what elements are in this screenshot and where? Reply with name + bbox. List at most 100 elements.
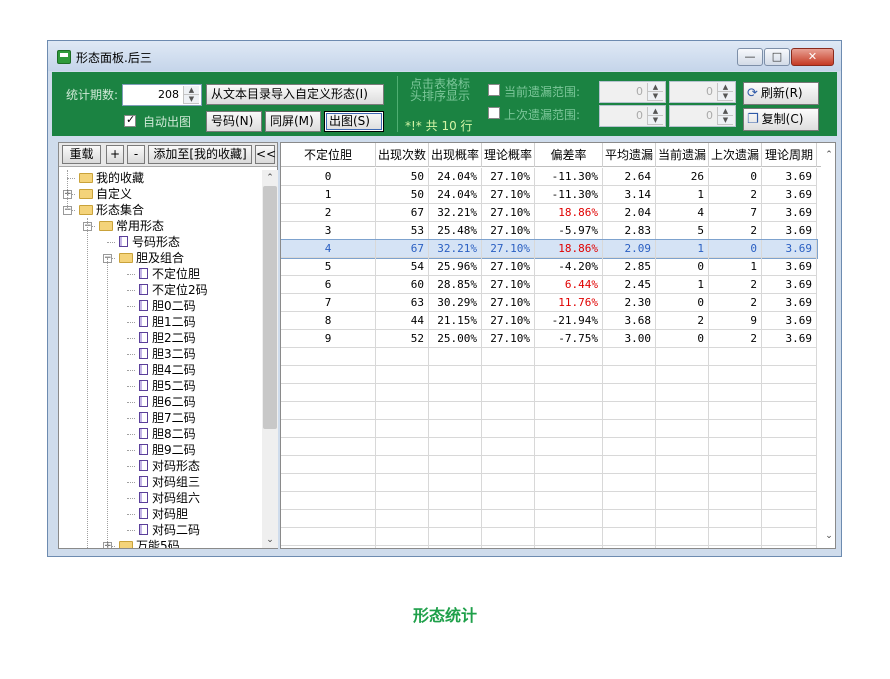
last-miss-from[interactable]: 0 ▲ ▼ [599, 105, 666, 127]
table-cell: 67 [376, 204, 429, 222]
column-header[interactable]: 平均遗漏 [603, 143, 656, 167]
tree-node[interactable]: 胆6二码 [139, 394, 196, 410]
same-screen-button[interactable]: 同屏(M) [265, 111, 321, 132]
table-row[interactable] [281, 528, 817, 546]
tree-view[interactable]: 我的收藏 自定义 + 形态集合 − 常用形态 − 号码形态 胆及组合 − 不定位胆 不定位2码 胆0二码… [59, 170, 262, 548]
table-row[interactable] [281, 438, 817, 456]
tree-node[interactable]: 胆3二码 [139, 346, 196, 362]
tree-node[interactable]: 胆及组合 [119, 250, 184, 266]
reload-button[interactable]: 重载 [62, 145, 101, 164]
tree-node[interactable]: 不定位2码 [139, 282, 208, 298]
table-scroll-up-icon[interactable]: ⌃ [821, 147, 835, 163]
table-row[interactable]: 9 52 25.00% 27.10% -7.75% 3.00 0 2 3.69 [281, 330, 817, 348]
table-cell: 27.10% [482, 240, 535, 258]
table-row[interactable]: 1 50 24.04% 27.10% -11.30% 3.14 1 2 3.69 [281, 186, 817, 204]
tree-node[interactable]: 我的收藏 [79, 170, 144, 186]
close-button[interactable]: ✕ [791, 48, 834, 66]
table-row[interactable]: 4 67 32.21% 27.10% 18.86% 2.09 1 0 3.69 [281, 239, 818, 259]
refresh-button[interactable]: ⟳ 刷新(R) [743, 82, 819, 105]
add-favorite-button[interactable]: 添加至[我的收藏] [148, 145, 252, 164]
table-cell [535, 366, 603, 384]
tree-node[interactable]: 不定位胆 [139, 266, 200, 282]
periods-spinner-arrows[interactable]: ▲ ▼ [183, 86, 199, 104]
chart-button[interactable]: 出图(S) [324, 111, 384, 132]
column-header[interactable]: 理论概率 [482, 143, 535, 167]
table-row[interactable]: 2 67 32.21% 27.10% 18.86% 2.04 4 7 3.69 [281, 204, 817, 222]
current-miss-to[interactable]: 0 ▲ ▼ [669, 81, 736, 103]
scroll-down-icon[interactable]: ⌄ [262, 532, 278, 548]
tree-node[interactable]: 自定义 [79, 186, 132, 202]
last-miss-checkbox[interactable] [488, 107, 500, 119]
tree-node[interactable]: 对码二码 [139, 522, 200, 538]
table-row[interactable] [281, 510, 817, 528]
current-miss-to-arrows[interactable]: ▲ ▼ [717, 83, 733, 101]
tree-node[interactable]: 胆8二码 [139, 426, 196, 442]
column-header[interactable]: 当前遗漏 [656, 143, 709, 167]
column-header[interactable]: 不定位胆 [281, 143, 376, 167]
last-miss-from-arrows[interactable]: ▲ ▼ [647, 107, 663, 125]
tree-scroll-thumb[interactable] [263, 186, 277, 429]
scroll-up-icon[interactable]: ⌃ [262, 170, 278, 186]
table-row[interactable] [281, 546, 817, 548]
minimize-button[interactable]: — [737, 48, 763, 66]
maximize-button[interactable]: □ [764, 48, 790, 66]
tree-node[interactable]: 胆7二码 [139, 410, 196, 426]
table-scroll-down-icon[interactable]: ⌄ [821, 528, 835, 544]
table-row[interactable]: 7 63 30.29% 27.10% 11.76% 2.30 0 2 3.69 [281, 294, 817, 312]
tree-node[interactable]: 号码形态 [119, 234, 180, 250]
current-miss-checkbox[interactable] [488, 84, 500, 96]
tree-node[interactable]: 胆4二码 [139, 362, 196, 378]
tree-scrollbar[interactable]: ⌃ ⌄ [262, 170, 278, 548]
collapse-panel-button[interactable]: << [255, 145, 276, 164]
table-row[interactable]: 5 54 25.96% 27.10% -4.20% 2.85 0 1 3.69 [281, 258, 817, 276]
tree-node[interactable]: 对码胆 [139, 506, 188, 522]
tree-node[interactable]: 常用形态 [99, 218, 164, 234]
tree-node[interactable]: 形态集合 [79, 202, 144, 218]
table-scrollbar[interactable]: ⌃ ⌄ [821, 143, 835, 548]
tree-node[interactable]: 胆1二码 [139, 314, 196, 330]
expand-button[interactable]: + [106, 145, 124, 164]
table-row[interactable]: 3 53 25.48% 27.10% -5.97% 2.83 5 2 3.69 [281, 222, 817, 240]
column-header[interactable]: 出现概率 [429, 143, 482, 167]
tree-node[interactable]: 对码组六 [139, 490, 200, 506]
periods-spinner[interactable]: 208 ▲ ▼ [122, 84, 202, 106]
table-row[interactable]: 8 44 21.15% 27.10% -21.94% 3.68 2 9 3.69 [281, 312, 817, 330]
table-row[interactable] [281, 402, 817, 420]
last-miss-to[interactable]: 0 ▲ ▼ [669, 105, 736, 127]
column-header[interactable]: 上次遗漏 [709, 143, 762, 167]
table-row[interactable] [281, 348, 817, 366]
tree-node[interactable]: 对码组三 [139, 474, 200, 490]
collapse-node-button[interactable]: - [127, 145, 145, 164]
last-miss-to-arrows[interactable]: ▲ ▼ [717, 107, 733, 125]
copy-button[interactable]: ❐ 复制(C) [743, 108, 819, 131]
table-cell: 32.21% [429, 240, 482, 258]
tree-node[interactable]: 胆2二码 [139, 330, 196, 346]
table-row[interactable] [281, 492, 817, 510]
table-row[interactable]: 6 60 28.85% 27.10% 6.44% 2.45 1 2 3.69 [281, 276, 817, 294]
table-row[interactable] [281, 384, 817, 402]
tree-node[interactable]: 胆9二码 [139, 442, 196, 458]
tree-connector [127, 466, 135, 467]
spin-down-icon[interactable]: ▼ [184, 95, 199, 104]
column-header[interactable]: 理论周期 [762, 143, 817, 167]
column-header[interactable]: 出现次数 [376, 143, 429, 167]
table-row[interactable] [281, 366, 817, 384]
column-header[interactable]: 偏差率 [535, 143, 603, 167]
current-miss-from[interactable]: 0 ▲ ▼ [599, 81, 666, 103]
table-cell [281, 546, 376, 548]
tree-node[interactable]: 万能5码 [119, 538, 180, 548]
tree-node[interactable]: 胆5二码 [139, 378, 196, 394]
table-cell: 1 [656, 276, 709, 294]
tree-node[interactable]: 胆0二码 [139, 298, 196, 314]
table-row[interactable] [281, 456, 817, 474]
current-miss-from-arrows[interactable]: ▲ ▼ [647, 83, 663, 101]
table-row[interactable] [281, 474, 817, 492]
title-bar[interactable]: 形态面板.后三 — □ ✕ [48, 41, 841, 71]
spin-up-icon[interactable]: ▲ [184, 86, 199, 95]
import-custom-button[interactable]: 从文本目录导入自定义形态(I) [206, 84, 384, 105]
auto-chart-checkbox[interactable] [124, 113, 136, 127]
table-row[interactable]: 0 50 24.04% 27.10% -11.30% 2.64 26 0 3.69 [281, 168, 817, 186]
number-button[interactable]: 号码(N) [206, 111, 262, 132]
table-row[interactable] [281, 420, 817, 438]
tree-node[interactable]: 对码形态 [139, 458, 200, 474]
